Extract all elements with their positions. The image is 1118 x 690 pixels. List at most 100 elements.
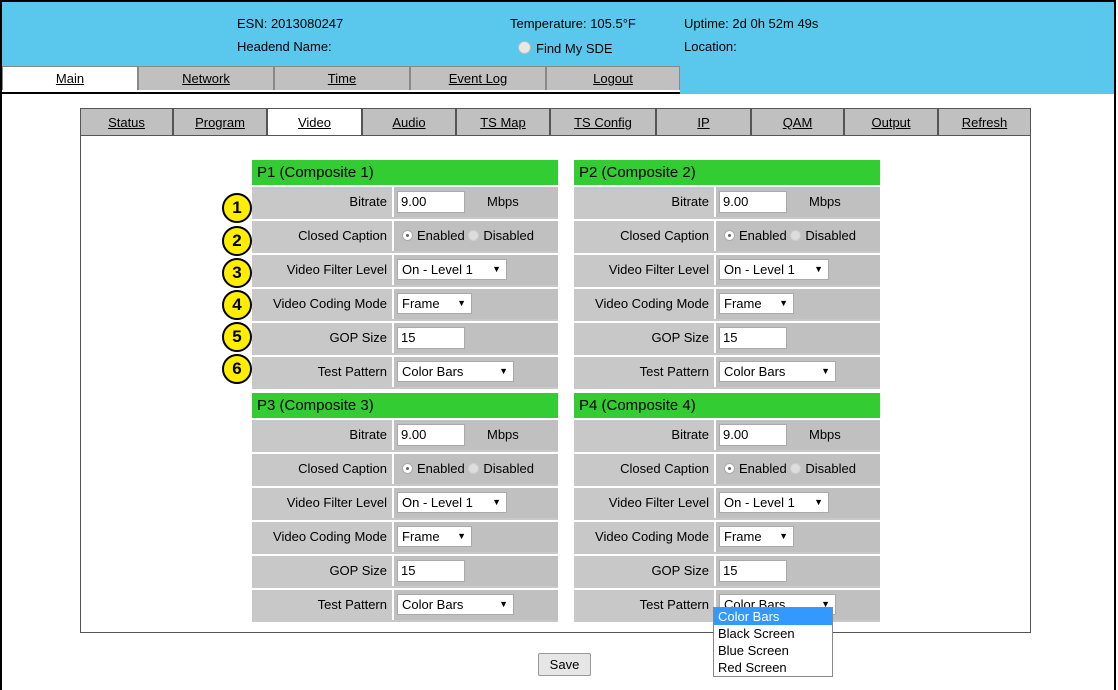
cc-enabled-radio[interactable]	[402, 230, 413, 241]
video-coding-select[interactable]: Frame ▼	[719, 526, 794, 547]
option-black-screen[interactable]: Black Screen	[714, 625, 832, 642]
bitrate-row: Bitrate 9.00 Mbps	[574, 418, 880, 452]
gop-size-input[interactable]: 15	[397, 327, 465, 349]
headend-name-label: Headend Name:	[237, 39, 332, 54]
video-coding-select[interactable]: Frame ▼	[719, 293, 794, 314]
callout-badge-4: 4	[222, 290, 252, 320]
tab-network[interactable]: Network	[138, 66, 274, 90]
cc-enabled-radio[interactable]	[724, 230, 735, 241]
test-pattern-select[interactable]: Color Bars ▼	[397, 361, 514, 382]
video-coding-select[interactable]: Frame ▼	[397, 293, 472, 314]
test-pattern-value: Color Bars	[724, 364, 786, 379]
test-pattern-select[interactable]: Color Bars ▼	[397, 594, 514, 615]
tab-ts-config[interactable]: TS Config	[550, 108, 656, 136]
callout-badge-5: 5	[222, 322, 252, 352]
cc-disabled-radio[interactable]	[790, 230, 802, 241]
cc-disabled-radio[interactable]	[468, 463, 480, 474]
test-pattern-label: Test Pattern	[317, 597, 387, 612]
mbps-unit: Mbps	[487, 194, 519, 209]
bitrate-input[interactable]: 9.00	[719, 191, 787, 213]
video-filter-value: On - Level 1	[402, 495, 473, 510]
gop-size-input[interactable]: 15	[719, 327, 787, 349]
find-my-sde[interactable]: Find My SDE	[518, 41, 613, 56]
bitrate-input[interactable]: 9.00	[719, 424, 787, 446]
closed-caption-label: Closed Caption	[298, 461, 387, 476]
tab-refresh[interactable]: Refresh	[938, 108, 1031, 136]
esn-text: ESN: 2013080247	[237, 16, 344, 31]
gop-size-row: GOP Size 15	[574, 321, 880, 355]
video-coding-row: Video Coding Mode Frame ▼	[574, 520, 880, 554]
tab-logout[interactable]: Logout	[546, 66, 680, 90]
tab-output[interactable]: Output	[844, 108, 938, 136]
video-filter-row: Video Filter Level On - Level 1 ▼	[574, 486, 880, 520]
tab-program[interactable]: Program	[173, 108, 267, 136]
gop-size-label: GOP Size	[651, 563, 709, 578]
tab-status[interactable]: Status	[80, 108, 173, 136]
chevron-down-icon: ▼	[492, 264, 501, 274]
tab-event-log[interactable]: Event Log	[410, 66, 546, 90]
bitrate-row: Bitrate 9.00 Mbps	[252, 418, 558, 452]
chevron-down-icon: ▼	[814, 497, 823, 507]
gop-size-row: GOP Size 15	[574, 554, 880, 588]
cc-disabled-radio[interactable]	[790, 463, 802, 474]
option-blue-screen[interactable]: Blue Screen	[714, 642, 832, 659]
bitrate-input[interactable]: 9.00	[397, 424, 465, 446]
gop-size-input[interactable]: 15	[719, 560, 787, 582]
video-coding-select[interactable]: Frame ▼	[397, 526, 472, 547]
tab-video[interactable]: Video	[267, 108, 362, 136]
video-filter-select[interactable]: On - Level 1 ▼	[719, 492, 829, 513]
chevron-down-icon: ▼	[499, 366, 508, 376]
cc-disabled-label: Disabled	[483, 461, 534, 476]
gop-size-input[interactable]: 15	[397, 560, 465, 582]
save-button[interactable]: Save	[538, 653, 591, 676]
test-pattern-row: Test Pattern Color Bars ▼	[574, 355, 880, 389]
bitrate-label: Bitrate	[671, 427, 709, 442]
program-panel-p2: P2 (Composite 2) Bitrate 9.00 Mbps Closed…	[574, 160, 880, 389]
gop-size-row: GOP Size 15	[252, 554, 558, 588]
closed-caption-label: Closed Caption	[298, 228, 387, 243]
tab-ip[interactable]: IP	[656, 108, 751, 136]
tab-ts-map[interactable]: TS Map	[456, 108, 550, 136]
callout-badge-6: 6	[222, 354, 252, 384]
cc-disabled-label: Disabled	[805, 228, 856, 243]
chevron-down-icon: ▼	[779, 531, 788, 541]
option-color-bars[interactable]: Color Bars	[714, 608, 832, 625]
chevron-down-icon: ▼	[457, 298, 466, 308]
test-pattern-select[interactable]: Color Bars ▼	[719, 361, 836, 382]
bitrate-input[interactable]: 9.00	[397, 191, 465, 213]
video-coding-value: Frame	[724, 296, 762, 311]
gop-size-label: GOP Size	[329, 563, 387, 578]
chevron-down-icon: ▼	[779, 298, 788, 308]
option-red-screen[interactable]: Red Screen	[714, 659, 832, 676]
gop-size-label: GOP Size	[651, 330, 709, 345]
main-nav: Main Network Time Event Log Logout	[2, 66, 680, 94]
cc-disabled-radio[interactable]	[468, 230, 480, 241]
closed-caption-label: Closed Caption	[620, 228, 709, 243]
cc-enabled-radio[interactable]	[724, 463, 735, 474]
bitrate-label: Bitrate	[349, 194, 387, 209]
bitrate-label: Bitrate	[349, 427, 387, 442]
tab-time[interactable]: Time	[274, 66, 410, 90]
bitrate-row: Bitrate 9.00 Mbps	[574, 185, 880, 219]
tab-qam[interactable]: QAM	[751, 108, 844, 136]
closed-caption-label: Closed Caption	[620, 461, 709, 476]
video-filter-select[interactable]: On - Level 1 ▼	[397, 492, 507, 513]
chevron-down-icon: ▼	[492, 497, 501, 507]
chevron-down-icon: ▼	[821, 366, 830, 376]
mbps-unit: Mbps	[809, 427, 841, 442]
video-coding-label: Video Coding Mode	[273, 529, 387, 544]
panel-title: P4 (Composite 4)	[574, 393, 880, 418]
tab-main[interactable]: Main	[2, 66, 138, 90]
test-pattern-row: Test Pattern Color Bars ▼	[252, 588, 558, 622]
cc-enabled-radio[interactable]	[402, 463, 413, 474]
video-filter-select[interactable]: On - Level 1 ▼	[397, 259, 507, 280]
mbps-unit: Mbps	[487, 427, 519, 442]
find-my-sde-radio[interactable]	[518, 41, 531, 54]
test-pattern-row: Test Pattern Color Bars ▼	[252, 355, 558, 389]
test-pattern-value: Color Bars	[402, 597, 464, 612]
test-pattern-dropdown-list: Color Bars Black Screen Blue Screen Red …	[713, 607, 833, 677]
video-filter-value: On - Level 1	[724, 262, 795, 277]
video-filter-select[interactable]: On - Level 1 ▼	[719, 259, 829, 280]
video-coding-row: Video Coding Mode Frame ▼	[574, 287, 880, 321]
tab-audio[interactable]: Audio	[362, 108, 456, 136]
